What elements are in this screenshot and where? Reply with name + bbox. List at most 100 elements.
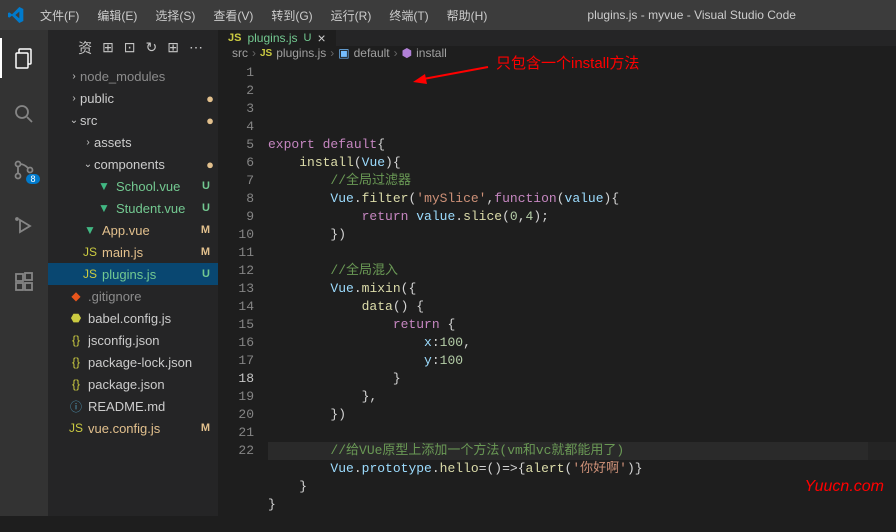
menu-run[interactable]: 运行(R)	[323, 3, 380, 28]
sidebar: 资 ⊞ ⊡ ↻ ⊞ ⋯ ›node_modules›public●⌄src●›a…	[48, 30, 218, 516]
file-README-md[interactable]: ⓘREADME.md	[48, 395, 218, 417]
menu-file[interactable]: 文件(F)	[32, 3, 87, 28]
folder-components[interactable]: ⌄components●	[48, 153, 218, 175]
menu-help[interactable]: 帮助(H)	[439, 3, 496, 28]
file-package-json[interactable]: {}package.json	[48, 373, 218, 395]
json-icon: {}	[68, 377, 84, 391]
code-line-13[interactable]: y:100	[268, 352, 896, 370]
js-icon: JS	[228, 32, 241, 44]
code-line-12[interactable]: x:100,	[268, 334, 896, 352]
activity-search[interactable]	[0, 94, 48, 134]
js-icon: JS	[68, 421, 84, 435]
bc-install[interactable]: install	[416, 46, 447, 60]
bc-src[interactable]: src	[232, 46, 248, 60]
code-line-16[interactable]: })	[268, 406, 896, 424]
code-line-17[interactable]	[268, 424, 896, 442]
menu-selection[interactable]: 选择(S)	[147, 3, 203, 28]
editor-area: JS plugins.js U × src› JS plugins.js› ▣ …	[218, 30, 896, 516]
bc-default[interactable]: default	[354, 46, 390, 60]
minimap[interactable]	[868, 117, 896, 532]
js-icon: JS	[260, 48, 272, 59]
activity-scm[interactable]: 8	[0, 150, 48, 190]
close-icon[interactable]: ×	[317, 30, 325, 46]
code-line-3[interactable]: //全局过滤器	[268, 172, 896, 190]
code-line-15[interactable]: },	[268, 388, 896, 406]
file--gitignore[interactable]: ◆.gitignore	[48, 285, 218, 307]
folder-public[interactable]: ›public●	[48, 87, 218, 109]
code-line-5[interactable]: return value.slice(0,4);	[268, 208, 896, 226]
code-area[interactable]: 12345678910111213141516171819202122 只包含一…	[218, 60, 896, 532]
file-vue-config-js[interactable]: JSvue.config.jsM	[48, 417, 218, 439]
scm-badge: 8	[26, 174, 40, 184]
menu-terminal[interactable]: 终端(T)	[381, 3, 436, 28]
code-line-10[interactable]: data() {	[268, 298, 896, 316]
activity-bar: 8	[0, 30, 48, 516]
js-icon: JS	[82, 245, 98, 259]
file-Student-vue[interactable]: ▼Student.vueU	[48, 197, 218, 219]
gutter: 12345678910111213141516171819202122	[218, 60, 268, 532]
more-icon[interactable]: ⋯	[186, 37, 206, 58]
annotation-arrow	[413, 62, 493, 86]
vscode-icon	[8, 7, 24, 23]
code-line-1[interactable]: export default{	[268, 136, 896, 154]
symbol-icon: ▣	[338, 46, 349, 60]
folder-node_modules[interactable]: ›node_modules	[48, 65, 218, 87]
tab-label: plugins.js	[247, 31, 297, 45]
activity-debug[interactable]	[0, 206, 48, 246]
activity-extensions[interactable]	[0, 262, 48, 302]
file-plugins-js[interactable]: JSplugins.jsU	[48, 263, 218, 285]
code-line-8[interactable]: //全局混入	[268, 262, 896, 280]
watermark: Yuucn.com	[805, 478, 884, 496]
code-line-7[interactable]	[268, 244, 896, 262]
collapse-icon[interactable]: ⊞	[164, 37, 182, 58]
title-bar: 文件(F) 编辑(E) 选择(S) 查看(V) 转到(G) 运行(R) 终端(T…	[0, 0, 896, 30]
vue-icon: ▼	[96, 201, 112, 215]
code-line-9[interactable]: Vue.mixin({	[268, 280, 896, 298]
babel-icon: ⬣	[68, 311, 84, 325]
menu-go[interactable]: 转到(G)	[263, 3, 320, 28]
file-App-vue[interactable]: ▼App.vueM	[48, 219, 218, 241]
json-icon: {}	[68, 355, 84, 369]
file-main-js[interactable]: JSmain.jsM	[48, 241, 218, 263]
file-School-vue[interactable]: ▼School.vueU	[48, 175, 218, 197]
code-line-11[interactable]: return {	[268, 316, 896, 334]
code-line-14[interactable]: }	[268, 370, 896, 388]
code-line-4[interactable]: Vue.filter('mySlice',function(value){	[268, 190, 896, 208]
git-icon: ◆	[68, 289, 84, 303]
window-title: plugins.js - myvue - Visual Studio Code	[495, 8, 888, 22]
tab-status: U	[304, 32, 312, 44]
activity-explorer[interactable]	[0, 38, 48, 78]
vue-icon: ▼	[96, 179, 112, 193]
vue-icon: ▼	[82, 223, 98, 237]
file-jsconfig-json[interactable]: {}jsconfig.json	[48, 329, 218, 351]
refresh-icon[interactable]: ↻	[143, 37, 161, 58]
js-icon: JS	[82, 267, 98, 281]
code-line-21[interactable]: }	[268, 496, 896, 514]
md-icon: ⓘ	[68, 398, 84, 415]
new-folder-icon[interactable]: ⊡	[121, 37, 139, 58]
tabs: JS plugins.js U ×	[218, 30, 896, 46]
hicon-0[interactable]: 资	[75, 36, 95, 60]
json-icon: {}	[68, 333, 84, 347]
code-line-22[interactable]	[268, 514, 896, 532]
folder-assets[interactable]: ›assets	[48, 131, 218, 153]
code-line-6[interactable]: })	[268, 226, 896, 244]
code-line-20[interactable]: }	[268, 478, 896, 496]
folder-src[interactable]: ⌄src●	[48, 109, 218, 131]
tab-plugins[interactable]: JS plugins.js U ×	[218, 30, 337, 46]
code-line-19[interactable]: Vue.prototype.hello=()=>{alert('你好啊')}	[268, 460, 896, 478]
file-babel-config-js[interactable]: ⬣babel.config.js	[48, 307, 218, 329]
menu-view[interactable]: 查看(V)	[205, 3, 261, 28]
menu-bar: 文件(F) 编辑(E) 选择(S) 查看(V) 转到(G) 运行(R) 终端(T…	[32, 3, 495, 28]
file-package-lock-json[interactable]: {}package-lock.json	[48, 351, 218, 373]
explorer-header: 资 ⊞ ⊡ ↻ ⊞ ⋯	[48, 30, 218, 65]
new-file-icon[interactable]: ⊞	[99, 37, 117, 58]
code-line-2[interactable]: install(Vue){	[268, 154, 896, 172]
explorer-tree[interactable]: ›node_modules›public●⌄src●›assets⌄compon…	[48, 65, 218, 516]
code-line-18[interactable]: //给VUe原型上添加一个方法(vm和vc就都能用了)	[268, 442, 896, 460]
menu-edit[interactable]: 编辑(E)	[89, 3, 145, 28]
bc-file[interactable]: plugins.js	[276, 46, 326, 60]
code[interactable]: 只包含一个install方法 export default{ install(V…	[268, 60, 896, 532]
method-icon: ⬢	[402, 46, 412, 60]
annotation-text: 只包含一个install方法	[496, 55, 639, 73]
